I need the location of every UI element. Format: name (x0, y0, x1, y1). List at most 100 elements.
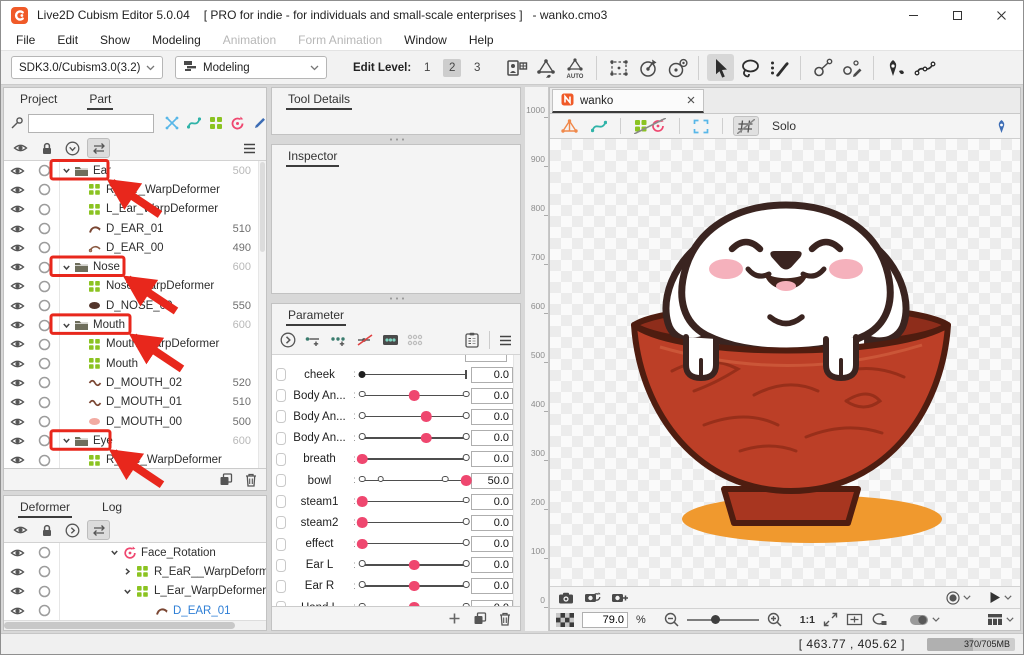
curve-filter-icon[interactable] (184, 114, 203, 133)
part-tree-row[interactable]: D_NOSE_00550 (4, 296, 266, 315)
record-button[interactable] (946, 591, 971, 605)
key-edit-panel-button[interactable] (382, 333, 399, 347)
repeat-clip-icon[interactable] (276, 410, 286, 423)
part-tree-row[interactable]: Nose600 (4, 257, 266, 276)
trash-button[interactable] (499, 612, 511, 626)
visibility-eye-icon[interactable] (4, 377, 31, 389)
visibility-eye-icon[interactable] (4, 261, 31, 273)
solo-radio-icon[interactable] (31, 604, 58, 617)
parameter-slider[interactable] (362, 430, 466, 446)
parameter-value-dot[interactable] (409, 390, 420, 401)
glue-tool[interactable] (809, 54, 836, 81)
eye-button[interactable] (9, 520, 32, 540)
mesh-filter-icon[interactable] (162, 114, 181, 133)
parameter-value-input[interactable] (471, 578, 513, 594)
solo-radio-icon[interactable] (31, 585, 58, 598)
parameter-value-dot[interactable] (409, 602, 420, 606)
tab-log[interactable]: Log (100, 498, 124, 518)
plus-button[interactable] (448, 612, 461, 625)
close-button[interactable] (979, 1, 1023, 29)
expander-open-icon[interactable] (108, 548, 121, 557)
solo-radio-icon[interactable] (31, 565, 58, 578)
arrow-tool[interactable] (707, 54, 734, 81)
part-tree-row[interactable]: Ear500 (4, 161, 266, 180)
repeat-clip-icon[interactable] (276, 474, 286, 487)
hamburger-button[interactable] (499, 335, 512, 346)
expander-open-icon[interactable] (60, 166, 73, 175)
panel-splitter[interactable] (269, 296, 523, 301)
eye-button[interactable] (9, 138, 32, 158)
solo-radio-icon[interactable] (31, 261, 58, 274)
tab-parameter[interactable]: Parameter (286, 306, 346, 326)
visibility-eye-icon[interactable] (4, 338, 31, 350)
trash-button[interactable] (245, 473, 257, 487)
parameter-value-dot[interactable] (461, 475, 472, 486)
curve-teal-button[interactable] (588, 116, 610, 136)
camera-rotate-button[interactable] (584, 591, 601, 604)
repeat-clip-icon[interactable] (276, 453, 286, 466)
workspace-select[interactable]: Modeling (175, 56, 327, 79)
parameter-slider[interactable] (362, 536, 466, 552)
brush-select-tool[interactable] (765, 54, 792, 81)
tab-project[interactable]: Project (18, 90, 59, 110)
edit-level-1[interactable]: 1 (418, 59, 436, 77)
visibility-eye-icon[interactable] (4, 605, 31, 617)
repeat-clip-icon[interactable] (276, 495, 286, 508)
deformer-hscrollbar[interactable] (4, 620, 266, 630)
visibility-eye-icon[interactable] (4, 223, 31, 235)
parameter-slider[interactable] (362, 494, 466, 510)
part-tree-row[interactable]: Mouth (4, 354, 266, 373)
visibility-eye-icon[interactable] (4, 165, 31, 177)
checker-background-button[interactable] (556, 613, 574, 627)
repeat-clip-icon[interactable] (276, 538, 286, 551)
visibility-eye-icon[interactable] (4, 300, 31, 312)
visibility-eye-icon[interactable] (4, 547, 31, 559)
pen-filter-icon[interactable] (250, 114, 269, 133)
parameter-slider[interactable] (362, 409, 466, 425)
part-search-input[interactable] (28, 114, 154, 133)
parameter-value-input[interactable] (471, 451, 513, 467)
solo-radio-icon[interactable] (31, 454, 58, 467)
part-tree-row[interactable]: D_EAR_00490 (4, 238, 266, 257)
texture-atlas[interactable] (503, 54, 530, 81)
parameter-value-dot[interactable] (359, 371, 366, 378)
zoom-slider-handle[interactable] (711, 615, 720, 624)
parameter-scrollbar[interactable] (513, 355, 520, 606)
parameter-value-dot[interactable] (421, 411, 432, 422)
parameter-value-input[interactable] (471, 536, 513, 552)
solo-radio-icon[interactable] (31, 546, 58, 559)
repeat-clip-icon[interactable] (276, 432, 286, 445)
parameter-slider[interactable] (362, 557, 466, 573)
copy-button[interactable] (219, 473, 233, 486)
parameter-slider[interactable] (362, 515, 466, 531)
part-tree-row[interactable]: D_MOUTH_01510 (4, 393, 266, 412)
solo-radio-icon[interactable] (31, 376, 58, 389)
solo-radio-icon[interactable] (31, 434, 58, 447)
lock-button[interactable] (35, 520, 58, 540)
visibility-eye-icon[interactable] (4, 358, 31, 370)
tab-deformer[interactable]: Deformer (18, 498, 72, 518)
menu-item-modeling[interactable]: Modeling (141, 31, 212, 49)
mesh-auto[interactable]: AUTO (561, 54, 588, 81)
tab-part[interactable]: Part (87, 90, 113, 110)
solo-radio-icon[interactable] (31, 241, 58, 254)
solo-radio-icon[interactable] (31, 183, 58, 196)
multi-key-disabled-button[interactable] (407, 333, 423, 347)
parameter-slider[interactable] (362, 367, 466, 383)
key-insert-3-button[interactable] (330, 333, 348, 347)
visibility-eye-icon[interactable] (4, 396, 31, 408)
parameter-slider[interactable] (362, 578, 466, 594)
fit-expand-button[interactable] (823, 612, 838, 627)
parameter-slider[interactable] (362, 473, 466, 489)
deformer-tree-row[interactable]: L_Ear_WarpDeformer (4, 582, 266, 601)
deformer-tree-row[interactable]: D_EAR_01 (4, 601, 266, 620)
edit-level-3[interactable]: 3 (468, 59, 486, 77)
solo-swap-button[interactable] (87, 520, 110, 540)
parameter-slider[interactable] (362, 451, 466, 467)
parameter-value-input[interactable] (471, 388, 513, 404)
lock-button[interactable] (35, 138, 58, 158)
parameter-value-input[interactable] (471, 409, 513, 425)
copy-settings-button[interactable] (464, 332, 480, 348)
visibility-eye-icon[interactable] (4, 242, 31, 254)
parameter-value-dot[interactable] (409, 560, 420, 571)
